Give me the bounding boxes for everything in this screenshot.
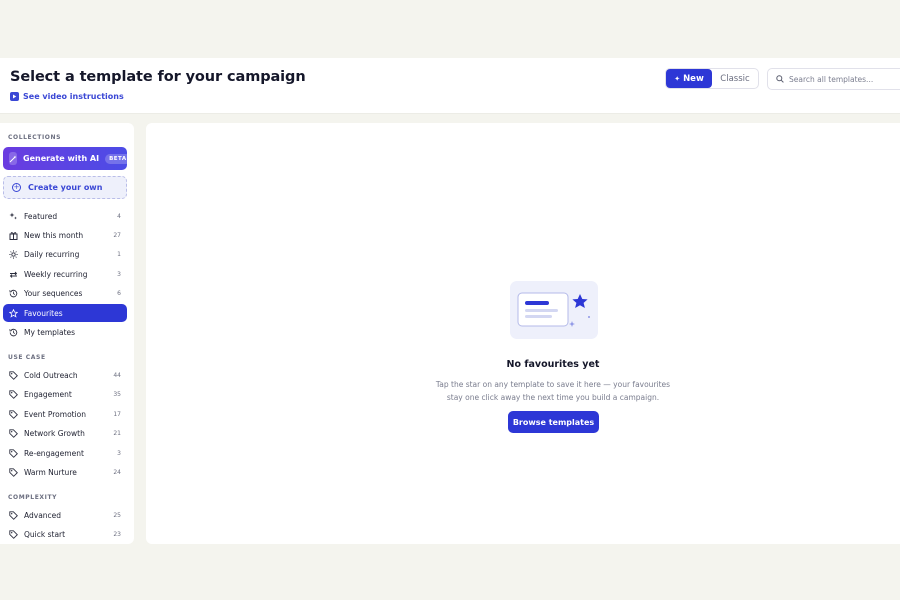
sparkles-icon bbox=[8, 211, 18, 221]
toggle-classic-button[interactable]: Classic bbox=[712, 69, 758, 88]
sidebar-item-label: Daily recurring bbox=[24, 249, 80, 259]
tag-icon bbox=[8, 428, 18, 438]
sidebar-item-count: 35 bbox=[113, 390, 121, 398]
sidebar-item-label: Weekly recurring bbox=[24, 269, 88, 279]
sidebar-item-count: 1 bbox=[117, 250, 121, 258]
search-icon bbox=[776, 75, 784, 83]
sidebar-item-label: Your sequences bbox=[24, 288, 83, 298]
sidebar-item-label: Favourites bbox=[24, 308, 63, 318]
sidebar-item-your-sequences[interactable]: Your sequences 6 bbox=[3, 284, 127, 302]
sidebar-item-warm-nurture[interactable]: Warm Nurture 24 bbox=[3, 463, 127, 481]
sidebar-item-count: 3 bbox=[117, 270, 121, 278]
page-header: Select a template for your campaign See … bbox=[0, 58, 900, 114]
empty-state-line-2: stay one click away the next time you bu… bbox=[446, 393, 660, 402]
sidebar-item-count: 3 bbox=[117, 449, 121, 457]
sidebar-item-my-templates[interactable]: My templates bbox=[3, 323, 127, 341]
tag-icon bbox=[8, 529, 18, 539]
sidebar-item-label: Quick start bbox=[24, 529, 66, 539]
history-icon bbox=[8, 288, 18, 298]
tag-icon bbox=[8, 370, 18, 380]
generate-with-ai-button[interactable]: Generate with AI BETA bbox=[3, 147, 131, 170]
browse-templates-button[interactable]: Browse templates bbox=[508, 411, 599, 433]
sidebar-item-network-growth[interactable]: Network Growth 21 bbox=[3, 424, 127, 442]
sidebar-item-label: Network Growth bbox=[24, 428, 85, 438]
sidebar-item-count: 21 bbox=[113, 429, 121, 437]
history-icon bbox=[8, 327, 18, 337]
create-own-label: Create your own bbox=[28, 183, 103, 192]
sidebar-item-re-engagement[interactable]: Re-engagement 3 bbox=[3, 444, 127, 462]
sidebar-item-count: 44 bbox=[113, 371, 121, 379]
sidebar-item-label: My templates bbox=[24, 327, 76, 337]
sidebar-item-featured[interactable]: Featured 4 bbox=[3, 207, 127, 225]
toggle-new-label: New bbox=[683, 73, 704, 84]
sparkle-icon: ✦ bbox=[674, 74, 681, 83]
video-link-label: See video instructions bbox=[23, 92, 124, 101]
sidebar-item-weekly-recurring[interactable]: Weekly recurring 3 bbox=[3, 265, 127, 283]
sun-icon bbox=[8, 249, 18, 259]
sidebar-item-label: Engagement bbox=[24, 389, 72, 399]
collections-label: COLLECTIONS bbox=[8, 134, 62, 141]
empty-state-title: No favourites yet bbox=[506, 359, 600, 370]
search-box bbox=[767, 68, 900, 90]
sidebar-item-daily-recurring[interactable]: Daily recurring 1 bbox=[3, 245, 127, 263]
sidebar-item-count: 23 bbox=[113, 530, 121, 538]
tag-icon bbox=[8, 510, 18, 520]
play-icon bbox=[10, 92, 19, 101]
star-icon bbox=[8, 308, 18, 318]
version-toggle: ✦ New Classic bbox=[665, 68, 759, 89]
sidebar-item-count: 25 bbox=[113, 511, 121, 519]
gift-icon bbox=[8, 230, 18, 240]
complexity-label: COMPLEXITY bbox=[8, 494, 58, 501]
sidebar-item-advanced[interactable]: Advanced 25 bbox=[3, 506, 127, 524]
beta-badge: BETA bbox=[105, 153, 131, 164]
main-panel: No favourites yet Tap the star on any te… bbox=[146, 123, 900, 544]
generate-ai-label: Generate with AI bbox=[23, 154, 100, 163]
tag-icon bbox=[8, 409, 18, 419]
sidebar-item-label: New this month bbox=[24, 230, 84, 240]
video-instructions-link[interactable]: See video instructions bbox=[10, 92, 124, 101]
sidebar-item-count: 17 bbox=[113, 410, 121, 418]
empty-state-illustration bbox=[510, 281, 598, 339]
tag-icon bbox=[8, 467, 18, 477]
search-input[interactable] bbox=[789, 74, 889, 84]
toggle-new-button[interactable]: ✦ New bbox=[666, 69, 712, 88]
plus-circle-icon: + bbox=[12, 183, 21, 192]
sidebar-item-count: 6 bbox=[117, 289, 121, 297]
sidebar-item-new-this-month[interactable]: New this month 27 bbox=[3, 226, 127, 244]
sidebar-item-quick-start[interactable]: Quick start 23 bbox=[3, 525, 127, 543]
sidebar-item-count: 24 bbox=[113, 468, 121, 476]
empty-state-description: Tap the star on any template to save it … bbox=[146, 378, 900, 404]
top-band bbox=[0, 0, 900, 58]
tag-icon bbox=[8, 389, 18, 399]
empty-state-line-1: Tap the star on any template to save it … bbox=[435, 380, 671, 389]
sidebar-item-label: Event Promotion bbox=[24, 409, 87, 419]
sidebar: COLLECTIONS Generate with AI BETA + Crea… bbox=[0, 123, 134, 544]
tag-icon bbox=[8, 448, 18, 458]
sidebar-item-count: 4 bbox=[117, 212, 121, 220]
sidebar-item-label: Advanced bbox=[24, 510, 62, 520]
sidebar-item-cold-outreach[interactable]: Cold Outreach 44 bbox=[3, 366, 127, 384]
magic-wand-icon bbox=[9, 152, 17, 165]
sidebar-item-label: Featured bbox=[24, 211, 58, 221]
page-title: Select a template for your campaign bbox=[10, 69, 306, 85]
repeat-icon bbox=[8, 269, 18, 279]
create-your-own-button[interactable]: + Create your own bbox=[3, 176, 127, 199]
sidebar-item-favourites[interactable]: Favourites bbox=[3, 304, 127, 322]
sidebar-item-label: Re-engagement bbox=[24, 448, 84, 458]
sidebar-item-event-promotion[interactable]: Event Promotion 17 bbox=[3, 405, 127, 423]
sidebar-item-engagement[interactable]: Engagement 35 bbox=[3, 385, 127, 403]
use-case-label: USE CASE bbox=[8, 354, 46, 361]
sidebar-item-label: Cold Outreach bbox=[24, 370, 78, 380]
sidebar-item-count: 27 bbox=[113, 231, 121, 239]
sidebar-item-label: Warm Nurture bbox=[24, 467, 77, 477]
